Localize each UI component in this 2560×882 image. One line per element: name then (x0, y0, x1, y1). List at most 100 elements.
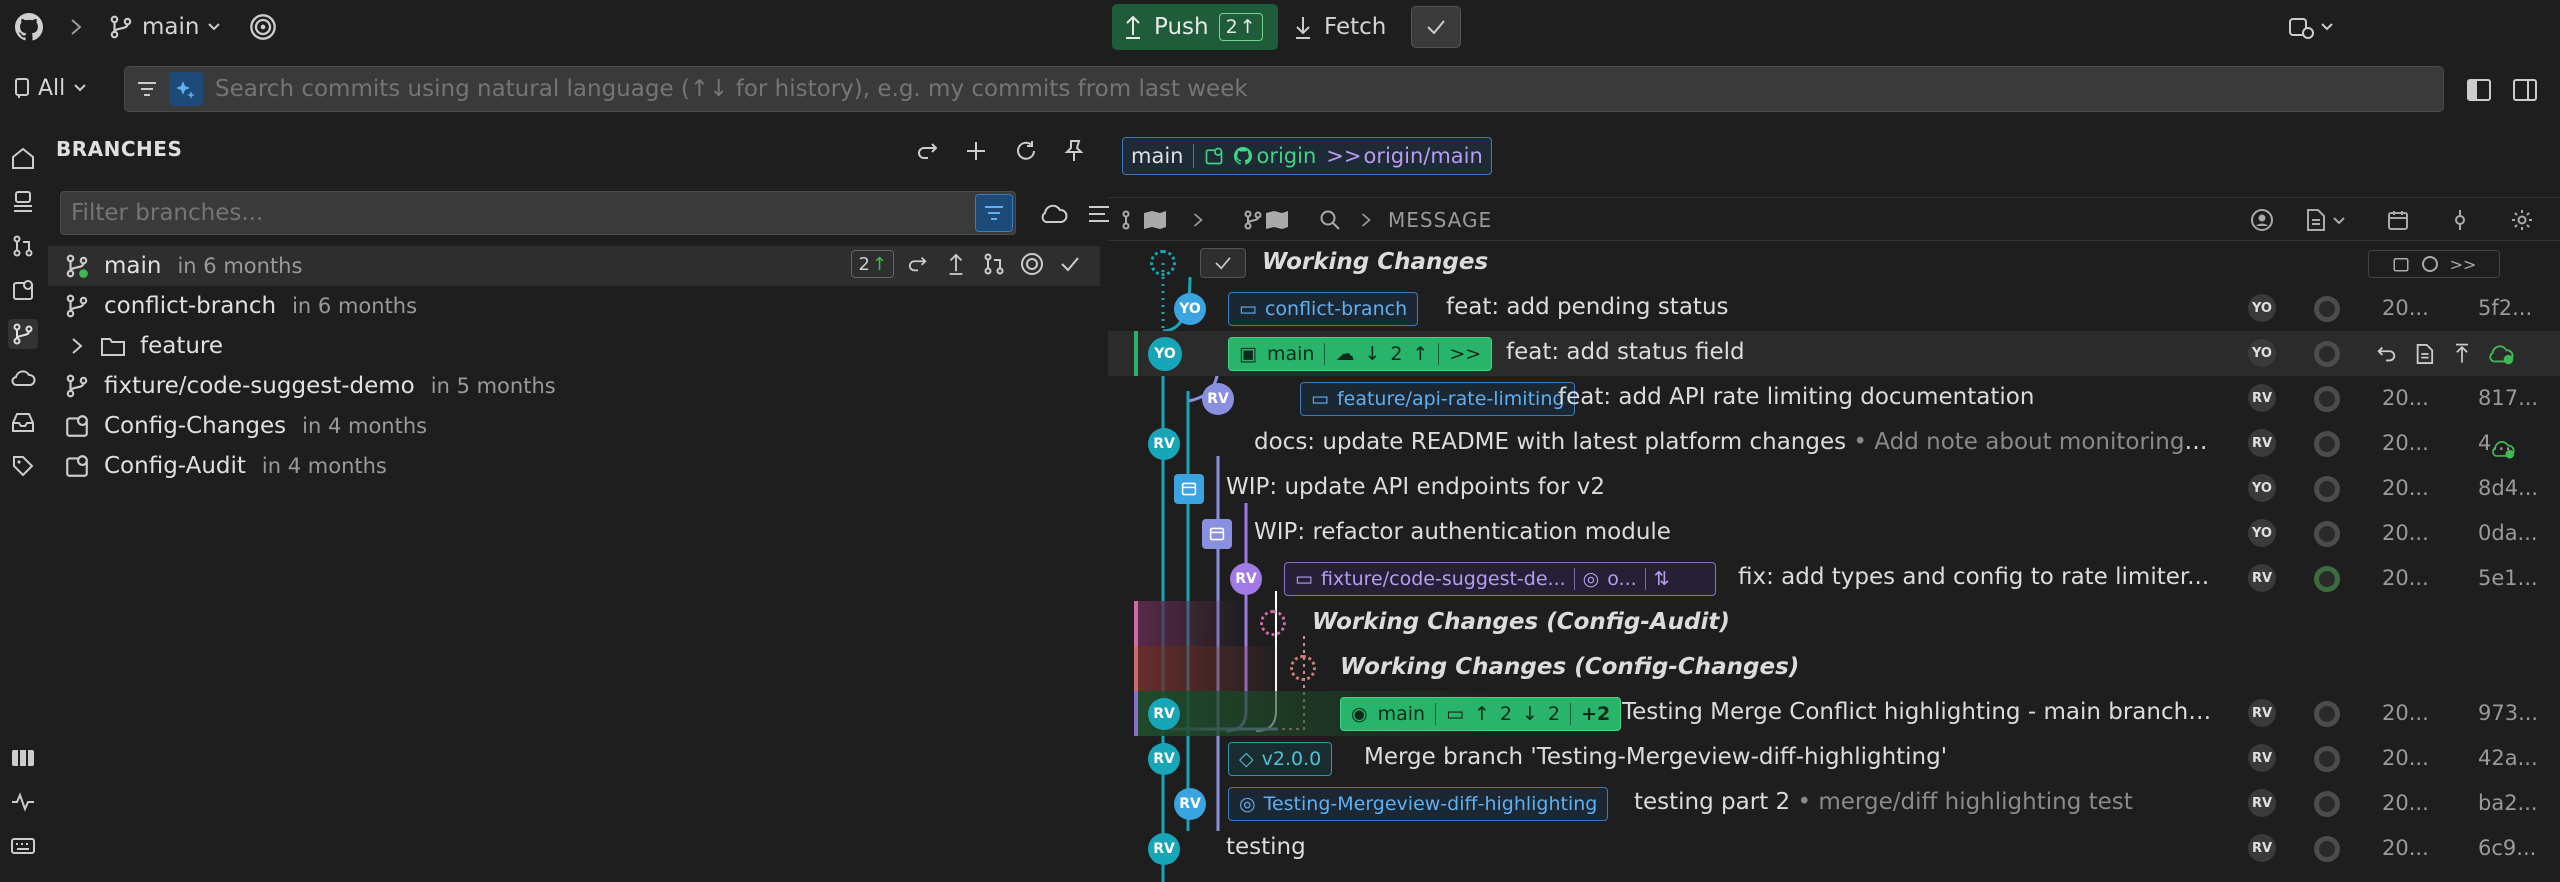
branch-switcher[interactable]: main (108, 10, 221, 44)
wip-node (1290, 655, 1316, 681)
commit-row[interactable]: RV ▭ feature/api-rate-limiting feat: add… (1108, 376, 2560, 421)
commit-row-stash[interactable]: WIP: update API endpoints for v2 YO 20..… (1108, 466, 2560, 511)
commit-message: Testing Merge Conflict highlighting - ma… (1622, 699, 2212, 725)
keyboard-icon[interactable] (8, 831, 38, 861)
current-branch-name: main (142, 14, 200, 40)
commit-message: fix: add types and config to rate limite… (1738, 564, 2210, 590)
branch-tag-main[interactable]: ◉ main ▭ ↑ 2 ↓ 2 +2 (1340, 697, 1622, 731)
redo-icon[interactable] (904, 250, 932, 278)
pull-request-icon[interactable] (980, 250, 1008, 278)
sparkle-search-icon[interactable] (169, 72, 203, 106)
file-diff-icon[interactable] (2410, 340, 2438, 368)
file-column-icon[interactable] (2302, 206, 2350, 234)
undo-icon[interactable] (2372, 340, 2400, 368)
activity-bar (0, 125, 46, 882)
activity-pulse-icon[interactable] (8, 787, 38, 817)
branch-row-config-audit[interactable]: Config-Audit in 4 months (48, 446, 1100, 486)
branch-name: fixture/code-suggest-demo (104, 373, 415, 399)
push-button[interactable]: Push 2 ↑ (1112, 4, 1278, 50)
commit-row-stash[interactable]: WIP: refactor authentication module YO 2… (1108, 511, 2560, 556)
commit-row[interactable]: RV ◎ Testing-Mergeview-diff-highlighting… (1108, 781, 2560, 826)
branch-tag[interactable]: ▭ fixture/code-suggest-de... ◎ o... ⇅ (1284, 562, 1716, 596)
home-icon[interactable] (8, 143, 38, 173)
author-column-icon[interactable] (2248, 206, 2276, 234)
push-icon[interactable] (2448, 340, 2476, 368)
tag-chip[interactable]: ◇ v2.0.0 (1228, 742, 1333, 776)
branch-age: in 5 months (430, 374, 556, 398)
commit-row[interactable]: RV ▭ fixture/code-suggest-de... ◎ o... ⇅… (1108, 556, 2560, 601)
branch-filter-input[interactable] (61, 200, 975, 226)
branches-icon[interactable] (8, 319, 38, 349)
cloud-upload-icon[interactable] (2488, 435, 2516, 463)
commit-row[interactable]: YO ▭ conflict-branch feat: add pending s… (1108, 286, 2560, 331)
graph-column-header: MESSAGE (1108, 197, 2560, 241)
target-icon[interactable] (248, 12, 278, 42)
commit-date: 20... (2382, 746, 2429, 770)
redo-icon[interactable] (912, 135, 944, 167)
chevron-down-icon (207, 22, 221, 32)
cloud-icon[interactable] (1036, 199, 1070, 229)
refresh-icon[interactable] (1010, 135, 1042, 167)
commit-row[interactable]: RV ◇ v2.0.0 Merge branch 'Testing-Mergev… (1108, 736, 2560, 781)
branch-row-main[interactable]: main in 6 months 2 ↑ (48, 246, 1100, 286)
check-button[interactable] (1411, 6, 1461, 48)
upstream-icon: >> (1449, 343, 1482, 365)
wip-node (1150, 250, 1176, 276)
tag-icon[interactable] (8, 451, 38, 481)
branch-row-fixture-code-suggest-demo[interactable]: fixture/code-suggest-demo in 5 months (48, 366, 1100, 406)
ref-filter-chip[interactable]: main origin >> origin/main (1122, 137, 1492, 175)
commit-row[interactable]: RV testing RV 20... 6c9... (1108, 826, 2560, 871)
branch-tag[interactable]: ◎ Testing-Mergeview-diff-highlighting (1228, 787, 1609, 821)
filter-icon[interactable] (125, 67, 169, 111)
branch-tag-main[interactable]: ▣ main ☁ ↓ 2 ↑ >> (1228, 337, 1493, 371)
filter-icon[interactable] (975, 194, 1013, 232)
commit-sha: 5f2... (2478, 296, 2533, 320)
commit-sha-icon[interactable] (2446, 206, 2474, 234)
toggle-left-panel-icon[interactable] (2464, 76, 2494, 104)
chevron-right-icon[interactable] (62, 331, 92, 361)
pull-request-icon[interactable] (8, 231, 38, 261)
search-icon[interactable] (1316, 206, 1344, 234)
branch-row-config-changes[interactable]: Config-Changes in 4 months (48, 406, 1100, 446)
branch-folder-feature[interactable]: feature (48, 326, 1100, 366)
branch-tag[interactable]: ▭ conflict-branch (1228, 292, 1419, 326)
tag-icon: ◇ (1239, 748, 1254, 770)
account-menu-button[interactable] (2286, 12, 2334, 42)
calendar-icon[interactable] (2384, 206, 2412, 234)
commit-row[interactable]: RV ◉ main ▭ ↑ 2 ↓ 2 +2 Testing Merge Con… (1108, 691, 2560, 736)
toggle-right-panel-icon[interactable] (2510, 76, 2540, 104)
graph-lanes-icon[interactable] (1116, 206, 1172, 234)
commit-row-wip-config-audit[interactable]: Working Changes (Config-Audit) (1108, 601, 2560, 646)
scope-select[interactable]: All (14, 72, 87, 104)
commit-row[interactable]: RV docs: update README with latest platf… (1108, 421, 2560, 466)
check-icon[interactable] (1200, 248, 1246, 278)
inbox-icon[interactable] (8, 407, 38, 437)
branch-tag[interactable]: ▭ feature/api-rate-limiting (1300, 382, 1576, 416)
layout-icon[interactable] (8, 743, 38, 773)
commit-row-wip[interactable]: Working Changes >> (1108, 241, 2560, 286)
github-icon: ◎ (1582, 568, 1600, 590)
github-icon[interactable] (14, 12, 44, 42)
target-icon[interactable] (1018, 250, 1046, 278)
wip-actions[interactable]: >> (2368, 250, 2500, 278)
commit-row-selected[interactable]: YO ▣ main ☁ ↓ 2 ↑ >> feat: add status fi… (1108, 331, 2560, 376)
branch-map-icon[interactable] (1238, 206, 1294, 234)
branch-row-conflict-branch[interactable]: conflict-branch in 6 months (48, 286, 1100, 326)
push-icon[interactable] (942, 250, 970, 278)
cloud-upload-icon[interactable] (2486, 340, 2514, 368)
fetch-button[interactable]: Fetch (1292, 8, 1386, 46)
check-icon[interactable] (1056, 250, 1084, 278)
add-branch-icon[interactable] (960, 135, 992, 167)
commit-node: RV (1148, 698, 1180, 730)
author-avatar: YO (2248, 339, 2276, 367)
pin-icon[interactable] (1058, 135, 1090, 167)
cloud-icon[interactable] (8, 363, 38, 393)
worktree-icon[interactable] (8, 275, 38, 305)
search-input[interactable] (215, 76, 2443, 102)
settings-gear-icon[interactable] (2508, 206, 2536, 234)
repository-icon (14, 77, 30, 99)
author-avatar: RV (2248, 744, 2276, 772)
stash-icon[interactable] (8, 187, 38, 217)
commit-row-wip-config-changes[interactable]: Working Changes (Config-Changes) (1108, 646, 2560, 691)
branch-tag-label: conflict-branch (1264, 298, 1408, 320)
